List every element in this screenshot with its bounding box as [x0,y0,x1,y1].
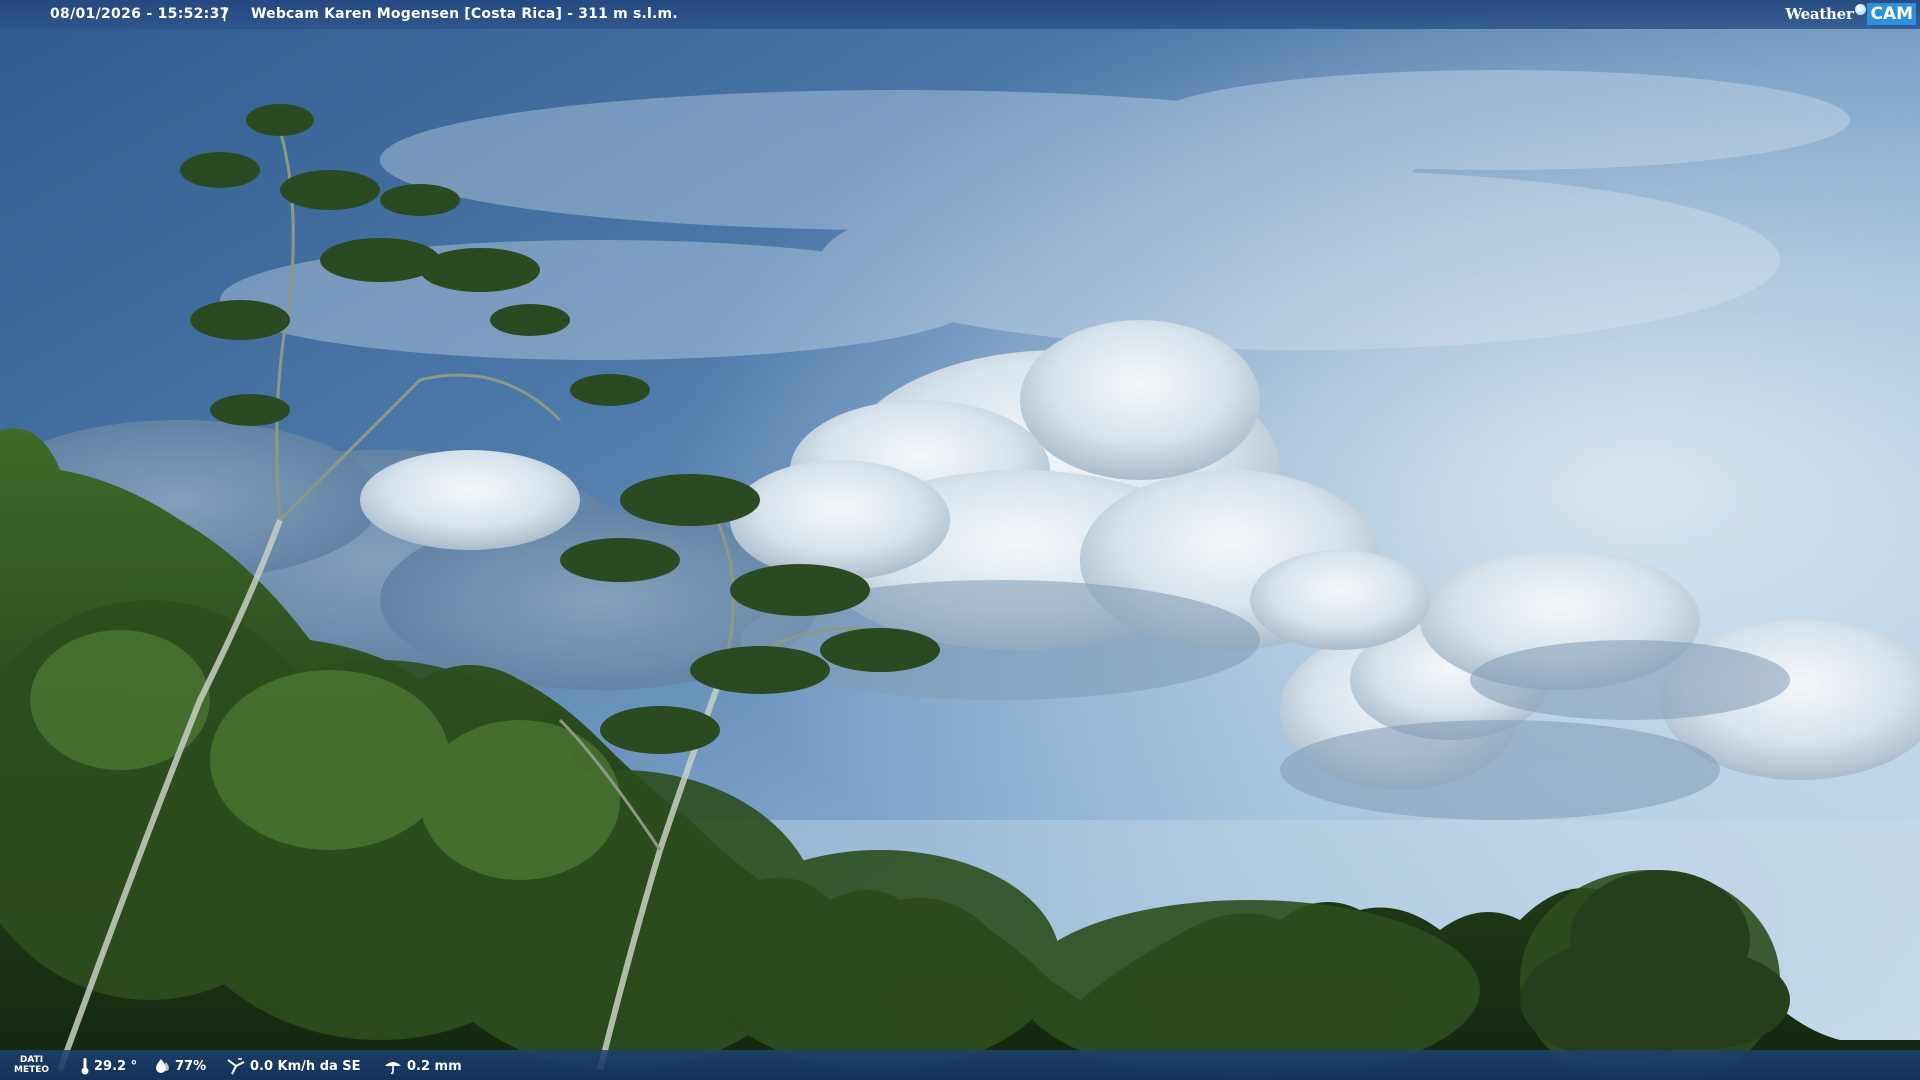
header-separator: | [222,6,228,22]
timestamp: 08/01/2026 - 15:52:37 [50,6,230,22]
webcam-frame: 08/01/2026 - 15:52:37 | Webcam Karen Mog… [0,0,1920,1080]
rain-reading: 0.2 mm [383,1057,462,1075]
top-info-bar: 08/01/2026 - 15:52:37 | Webcam Karen Mog… [0,0,1920,29]
rain-icon [385,1062,401,1075]
logo-cam-text: CAM [1867,2,1916,25]
wind-reading: 0.0 Km/h da SE [226,1057,361,1075]
weather-data-bar: DATI METEO 29.2 ° 77% 0.0 Km/h da SE 0.2… [0,1050,1920,1080]
humidity-reading: 77% [153,1057,206,1075]
weathercam-logo[interactable]: Weather CAM [1785,0,1920,27]
webcam-title: Webcam Karen Mogensen [Costa Rica] - 311… [251,6,678,22]
wind-value: 0.0 Km/h da SE [250,1058,361,1074]
temperature-value: 29.2 ° [94,1058,138,1074]
humidity-value: 77% [175,1058,207,1074]
weather-data-label[interactable]: DATI METEO [14,1055,49,1075]
wind-icon [227,1058,245,1075]
humidity-drop-icon [156,1059,169,1073]
webcam-image [0,0,1920,1080]
thermometer-icon [81,1058,89,1075]
weather-data-label-line2: METEO [14,1065,50,1075]
logo-dot-icon [1855,4,1867,15]
logo-weather-text: Weather [1785,4,1854,23]
rain-value: 0.2 mm [407,1058,462,1074]
temperature-reading: 29.2 ° [80,1057,137,1075]
weather-data-label-line1: DATI [19,1055,44,1065]
